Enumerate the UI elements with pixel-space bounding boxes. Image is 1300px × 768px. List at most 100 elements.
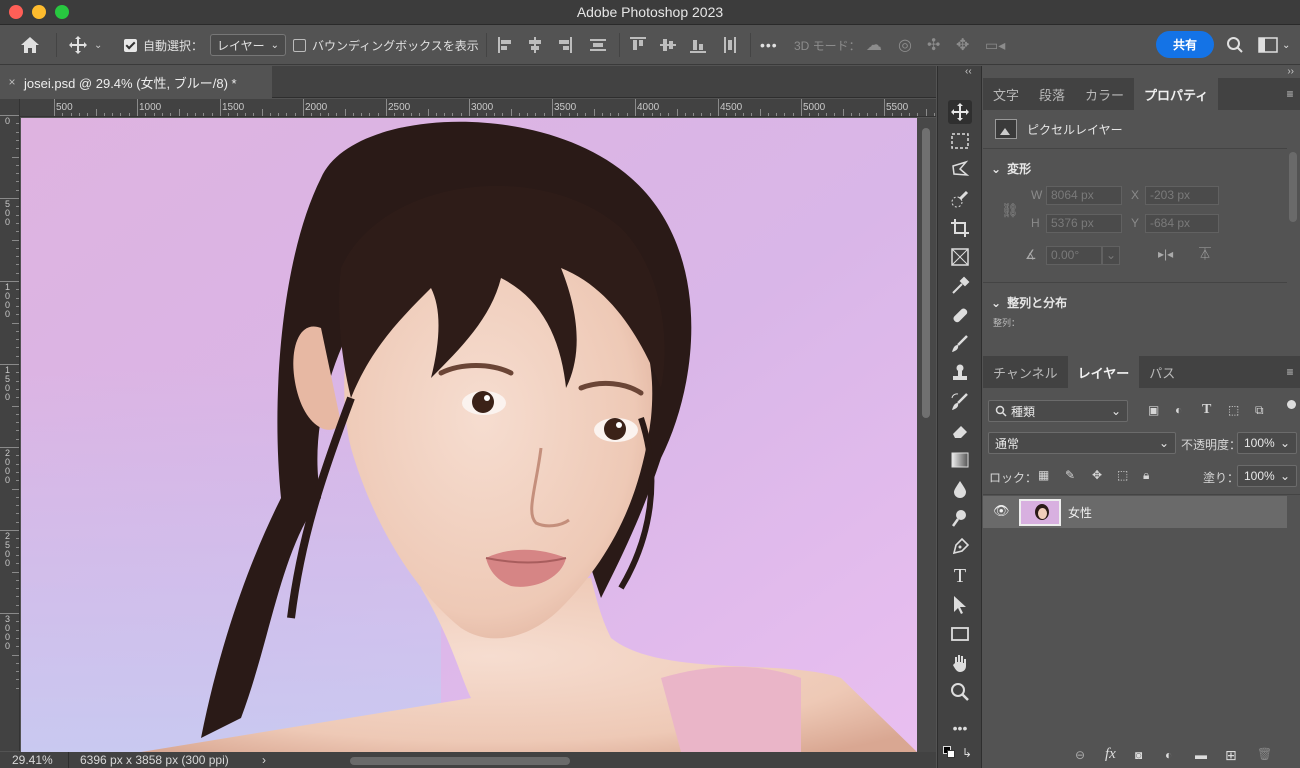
bounding-box-checkbox[interactable]: バウンディングボックスを表示 bbox=[293, 25, 479, 65]
canvas[interactable] bbox=[21, 118, 917, 752]
path-select-tool[interactable] bbox=[948, 593, 972, 617]
properties-scrollbar-thumb[interactable] bbox=[1289, 152, 1297, 222]
tab-layers[interactable]: レイヤー bbox=[1067, 356, 1140, 388]
lock-transparency-icon[interactable]: ▦ bbox=[1038, 468, 1049, 482]
tab-paths[interactable]: パス bbox=[1139, 356, 1185, 388]
align-bottom-icon[interactable] bbox=[690, 37, 706, 53]
layer-row[interactable]: 👁︎ 女性 bbox=[983, 496, 1287, 528]
divider bbox=[750, 33, 751, 57]
blur-tool[interactable] bbox=[948, 477, 972, 501]
ruler-minor-tick bbox=[16, 231, 19, 233]
panel-menu-icon[interactable]: ≡ bbox=[1280, 356, 1300, 388]
tab-paragraph[interactable]: 段落 bbox=[1029, 78, 1075, 110]
fx-icon[interactable]: fx bbox=[1105, 746, 1116, 763]
quick-select-tool[interactable] bbox=[948, 187, 972, 211]
rectangle-tool[interactable] bbox=[948, 622, 972, 646]
filter-toggle[interactable] bbox=[1287, 400, 1296, 409]
marquee-tool[interactable] bbox=[948, 129, 972, 153]
filter-shape-icon[interactable]: ⬚ bbox=[1228, 403, 1239, 417]
close-tab-icon[interactable]: × bbox=[0, 75, 24, 89]
eyedropper-tool[interactable] bbox=[948, 274, 972, 298]
new-group-icon[interactable]: ▬ bbox=[1195, 748, 1207, 762]
share-button[interactable]: 共有 bbox=[1156, 31, 1214, 58]
tab-properties[interactable]: プロパティ bbox=[1134, 78, 1219, 110]
lasso-tool[interactable] bbox=[948, 158, 972, 182]
transform-section-header[interactable]: ⌄ 変形 bbox=[991, 160, 1031, 177]
height-field[interactable]: 5376 px bbox=[1046, 214, 1122, 233]
tab-color[interactable]: カラー bbox=[1075, 78, 1134, 110]
horizontal-scrollbar-thumb[interactable] bbox=[350, 757, 570, 765]
lock-artboard-icon[interactable]: ⬚ bbox=[1117, 468, 1128, 482]
filter-pixel-icon[interactable]: ▣ bbox=[1148, 403, 1159, 417]
hand-tool[interactable] bbox=[948, 651, 972, 675]
auto-select-checkbox[interactable]: 自動選択： bbox=[124, 25, 203, 65]
status-menu-arrow[interactable]: › bbox=[262, 753, 266, 767]
align-left-icon[interactable] bbox=[498, 37, 514, 53]
swap-colors-icon[interactable]: ↳ bbox=[962, 746, 972, 760]
align-section-header[interactable]: ⌄ 整列と分布 bbox=[991, 294, 1067, 311]
more-tools-button[interactable]: ••• bbox=[948, 716, 972, 740]
blend-mode-dropdown[interactable]: 通常 ⌄ bbox=[988, 432, 1176, 454]
lock-position-icon[interactable]: ✥ bbox=[1092, 468, 1102, 482]
pen-tool[interactable] bbox=[948, 535, 972, 559]
crop-tool[interactable] bbox=[948, 216, 972, 240]
history-brush-tool[interactable] bbox=[948, 390, 972, 414]
distribute-vertical-icon[interactable] bbox=[722, 37, 738, 53]
lock-all-icon[interactable]: 🔒︎ bbox=[1143, 468, 1149, 483]
distribute-horizontal-icon[interactable] bbox=[590, 37, 606, 53]
ruler-minor-tick bbox=[543, 113, 545, 116]
opacity-field[interactable]: 100% ⌄ bbox=[1237, 432, 1297, 454]
tab-channels[interactable]: チャンネル bbox=[983, 356, 1068, 388]
angle-dropdown[interactable]: ⌄ bbox=[1102, 246, 1120, 265]
healing-tool[interactable] bbox=[948, 303, 972, 327]
auto-select-target-dropdown[interactable]: レイヤー ⌄ bbox=[210, 34, 287, 56]
filter-type-icon[interactable]: T bbox=[1202, 402, 1211, 418]
move-tool[interactable] bbox=[948, 100, 972, 124]
zoom-level[interactable]: 29.41% bbox=[12, 753, 53, 767]
dodge-tool[interactable] bbox=[948, 506, 972, 530]
angle-field[interactable]: 0.00° bbox=[1046, 246, 1102, 265]
collapse-toolbar-icon[interactable]: ‹‹ bbox=[965, 66, 972, 77]
adjustment-layer-icon[interactable]: ◐ bbox=[1165, 748, 1172, 762]
layer-filter-dropdown[interactable]: 種類 ⌄ bbox=[988, 400, 1128, 422]
vertical-scrollbar[interactable] bbox=[917, 118, 936, 752]
zoom-tool[interactable] bbox=[948, 680, 972, 704]
brush-tool[interactable] bbox=[948, 332, 972, 356]
width-field[interactable]: 8064 px bbox=[1046, 186, 1122, 205]
flip-vertical-icon[interactable]: ⏄ bbox=[1199, 245, 1211, 262]
workspace-button[interactable]: ⌄ bbox=[1258, 25, 1290, 65]
link-layers-icon[interactable]: ⊖ bbox=[1075, 748, 1085, 762]
align-top-icon[interactable] bbox=[630, 37, 646, 53]
y-field[interactable]: -684 px bbox=[1145, 214, 1219, 233]
align-horizontal-center-icon[interactable] bbox=[527, 37, 543, 53]
ruler-minor-tick bbox=[593, 109, 595, 116]
document-tab[interactable]: × josei.psd @ 29.4% (女性, ブルー/8) * bbox=[0, 66, 272, 98]
lock-paint-icon[interactable]: ✎ bbox=[1065, 468, 1075, 482]
flip-horizontal-icon[interactable]: ▸|◂ bbox=[1158, 247, 1173, 261]
type-tool[interactable]: T bbox=[948, 564, 972, 588]
stamp-tool[interactable] bbox=[948, 361, 972, 385]
panel-menu-icon[interactable]: ≡ bbox=[1280, 78, 1300, 110]
trash-icon[interactable]: 🗑︎ bbox=[1257, 747, 1272, 761]
eraser-tool[interactable] bbox=[948, 419, 972, 443]
frame-tool[interactable] bbox=[948, 245, 972, 269]
search-button[interactable] bbox=[1226, 25, 1244, 65]
new-layer-icon[interactable]: ⊞ bbox=[1225, 747, 1237, 764]
align-vertical-center-icon[interactable] bbox=[660, 37, 676, 53]
expand-panels-icon[interactable]: ›› bbox=[1287, 66, 1294, 77]
filter-adjustment-icon[interactable]: ◐ bbox=[1175, 403, 1182, 417]
x-field[interactable]: -203 px bbox=[1145, 186, 1219, 205]
home-button[interactable] bbox=[20, 25, 40, 65]
more-options-button[interactable]: ••• bbox=[760, 25, 778, 65]
eye-icon[interactable]: 👁︎ bbox=[993, 503, 1010, 519]
gradient-tool[interactable] bbox=[948, 448, 972, 472]
tab-character[interactable]: 文字 bbox=[983, 78, 1029, 110]
add-mask-icon[interactable]: ◙ bbox=[1135, 748, 1142, 762]
scrollbar-thumb[interactable] bbox=[922, 128, 930, 418]
align-right-icon[interactable] bbox=[556, 37, 572, 53]
default-colors-icon[interactable] bbox=[943, 746, 955, 758]
fill-field[interactable]: 100% ⌄ bbox=[1237, 465, 1297, 487]
link-icon[interactable]: ⛓ bbox=[1001, 202, 1019, 219]
filter-smart-object-icon[interactable]: ⧉ bbox=[1255, 403, 1264, 418]
move-tool-preset-button[interactable]: ⌄ bbox=[68, 25, 102, 65]
